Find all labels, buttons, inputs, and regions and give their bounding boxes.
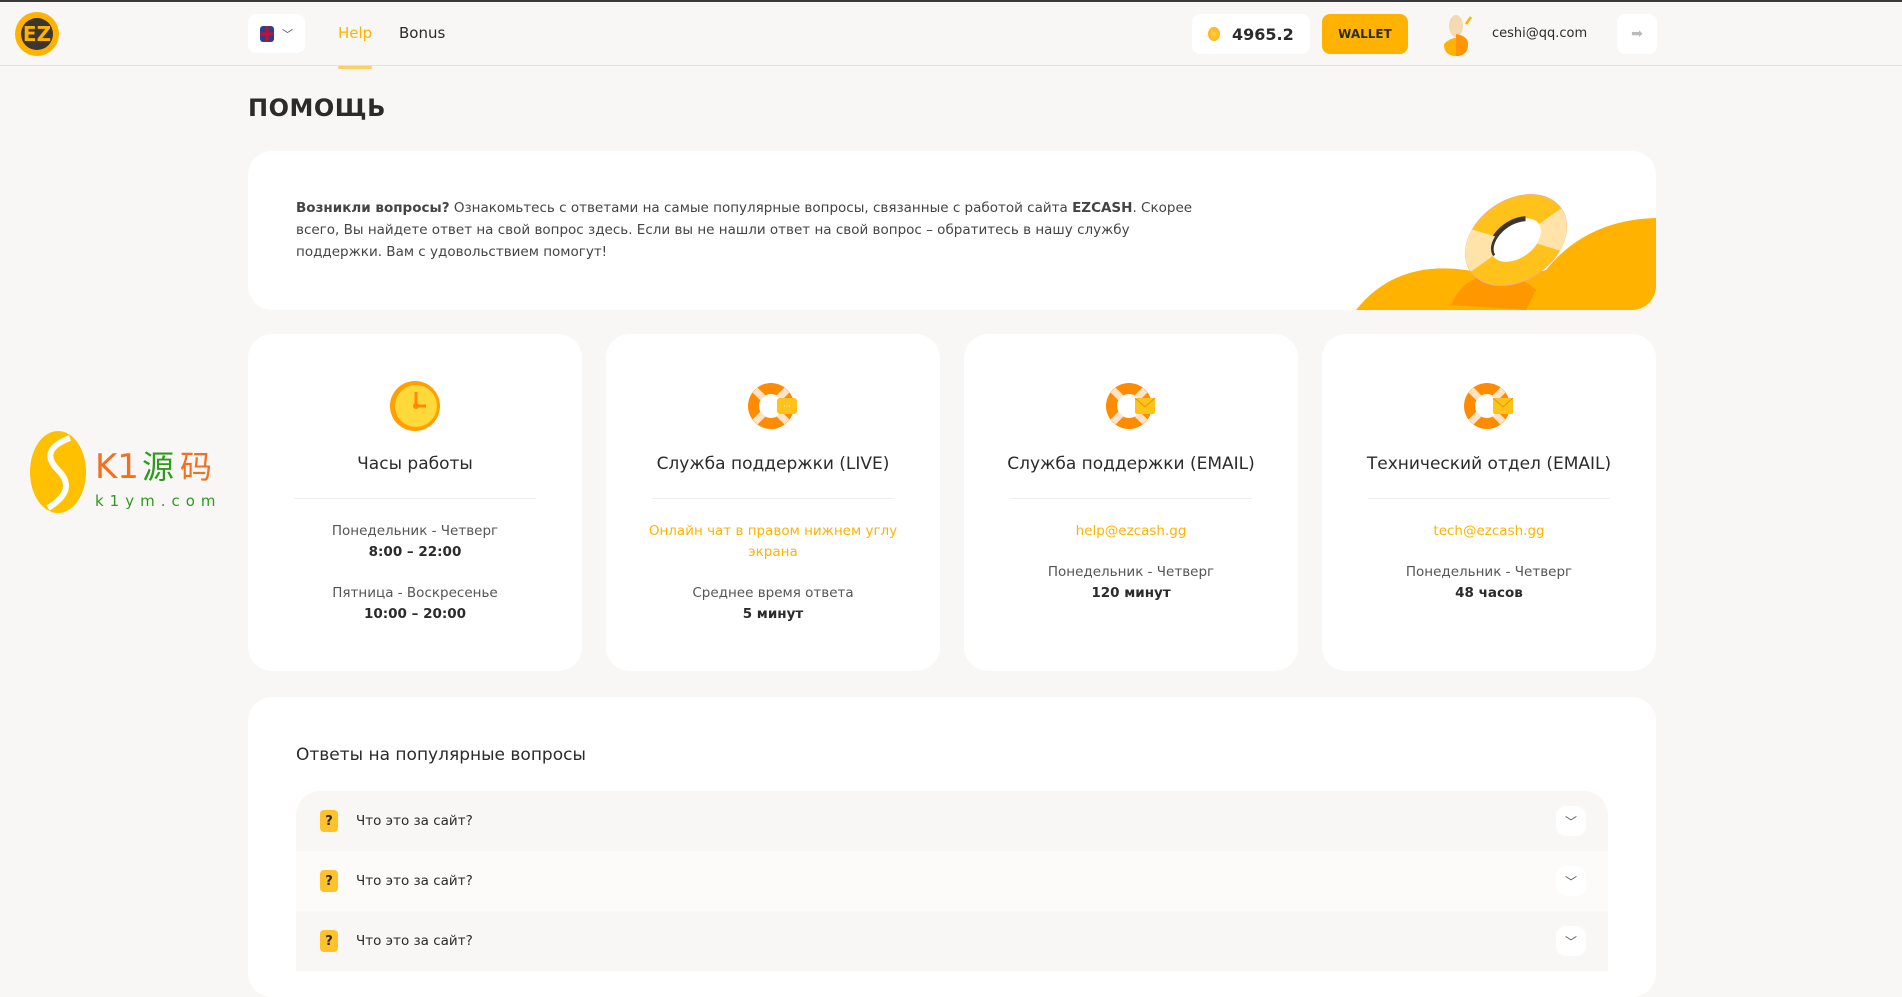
email-support-card: Служба поддержки (EMAIL) help@ezcash.gg П…: [964, 334, 1298, 671]
card-title: Служба поддержки (LIVE): [656, 454, 890, 474]
response-days-label: Понедельник - Четверг: [1405, 564, 1573, 580]
balance-value: 4965.2: [1232, 24, 1294, 44]
faq-section: Ответы на популярные вопросы ? Что это за…: [248, 697, 1656, 997]
card-title: Часы работы: [357, 454, 473, 474]
chevron-down-icon[interactable]: ﹀: [1556, 806, 1586, 836]
question-icon: ?: [320, 870, 338, 892]
schedule-label: Пятница - Воскресенье: [332, 585, 498, 601]
uk-flag-icon: [260, 25, 274, 42]
intro-card: Возникли вопросы? Ознакомьтесь с ответам…: [248, 151, 1656, 310]
logout-arrow-icon: ➡: [1631, 26, 1643, 42]
site-logo[interactable]: EZ: [15, 12, 59, 56]
intro-text: Возникли вопросы? Ознакомьтесь с ответам…: [296, 197, 1196, 263]
page-title: ПОМОЩЬ: [248, 94, 386, 122]
nav-help[interactable]: Help: [338, 24, 373, 69]
question-icon: ?: [320, 810, 338, 832]
support-email-link[interactable]: help@ezcash.gg: [994, 521, 1268, 542]
response-time-label: Среднее время ответа: [692, 585, 854, 601]
clock-icon: [390, 381, 440, 431]
response-days-label: Понедельник - Четверг: [1047, 564, 1215, 580]
faq-item[interactable]: ? Что это за сайт? ﹀: [296, 851, 1608, 911]
response-time-value: 120 минут: [1091, 585, 1171, 601]
question-icon: ?: [320, 930, 338, 952]
svg-text:源: 源: [142, 448, 174, 486]
lifebuoy-mail-icon: [1106, 383, 1156, 429]
live-chat-link[interactable]: Онлайн чат в правом нижнем углу экрана: [636, 521, 910, 563]
faq-item[interactable]: ? Что это за сайт? ﹀: [296, 911, 1608, 971]
svg-text:码: 码: [180, 448, 212, 486]
chevron-down-icon[interactable]: ﹀: [1556, 926, 1586, 956]
faq-question: Что это за сайт?: [356, 933, 473, 949]
avatar[interactable]: [1440, 14, 1480, 56]
tech-email-link[interactable]: tech@ezcash.gg: [1352, 521, 1626, 542]
divider: [1010, 498, 1252, 499]
chevron-down-icon[interactable]: ﹀: [1556, 866, 1586, 896]
faq-question: Что это за сайт?: [356, 873, 473, 889]
schedule-value: 8:00 – 22:00: [368, 544, 462, 560]
user-email[interactable]: ceshi@qq.com: [1492, 26, 1587, 41]
divider: [652, 498, 894, 499]
wallet-button[interactable]: WALLET: [1322, 14, 1408, 54]
balance-display: 4965.2: [1192, 14, 1310, 54]
logo-mark: EZ: [21, 18, 53, 50]
svg-text:k1ym.com: k1ym.com: [95, 492, 222, 510]
schedule-label: Понедельник - Четверг: [331, 523, 499, 539]
language-selector[interactable]: ﹀: [248, 14, 305, 53]
faq-item[interactable]: ? Что это за сайт? ﹀: [296, 791, 1608, 851]
card-title: Технический отдел (EMAIL): [1366, 454, 1612, 474]
faq-heading: Ответы на популярные вопросы: [296, 745, 586, 765]
schedule-value: 10:00 – 20:00: [363, 606, 467, 622]
live-support-card: ··· Служба поддержки (LIVE) Онлайн чат в…: [606, 334, 940, 671]
working-hours-card: Часы работы Понедельник - Четверг 8:00 – …: [248, 334, 582, 671]
response-time-value: 48 часов: [1455, 585, 1523, 601]
card-title: Служба поддержки (EMAIL): [1007, 454, 1255, 474]
coin-icon: [1208, 27, 1220, 41]
svg-text:K1: K1: [95, 447, 139, 487]
divider: [1368, 498, 1610, 499]
intro-text-1: Ознакомьтесь с ответами на самые популяр…: [449, 200, 1073, 216]
svg-text:···: ···: [783, 402, 791, 411]
nav-bonus[interactable]: Bonus: [399, 24, 445, 42]
response-time-value: 5 минут: [742, 606, 804, 622]
faq-question: Что это за сайт?: [356, 813, 473, 829]
lifebuoy-mail-icon: [1464, 383, 1514, 429]
chevron-down-icon: ﹀: [282, 27, 293, 41]
intro-lead: Возникли вопросы?: [296, 200, 450, 216]
lifebuoy-illustration: [1356, 194, 1656, 310]
top-header: EZ ﹀ Help Bonus 4965.2 WALLET ceshi@qq.c…: [0, 2, 1902, 69]
tech-support-card: Технический отдел (EMAIL) tech@ezcash.gg…: [1322, 334, 1656, 671]
lifebuoy-chat-icon: ···: [748, 383, 797, 429]
brand-name: EZCASH: [1072, 200, 1133, 216]
watermark-logo: K1 源码 k1ym.com: [30, 431, 222, 513]
logout-button[interactable]: ➡: [1617, 14, 1657, 54]
faq-accordion: ? Что это за сайт? ﹀ ? Что это за сайт? ﹀ ? Ч…: [296, 791, 1608, 971]
divider: [294, 498, 536, 499]
